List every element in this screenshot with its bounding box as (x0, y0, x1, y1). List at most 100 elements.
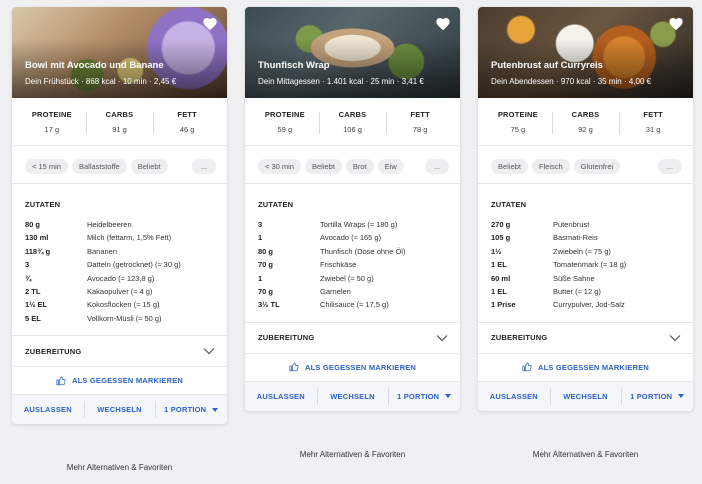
ingredient-name: Milch (fettarm, 1,5% Fett) (87, 233, 172, 243)
heart-icon[interactable] (202, 16, 218, 32)
meal-image[interactable]: Thunfisch Wrap Dein Mittagessen · 1.401 … (245, 7, 460, 98)
tag-chip[interactable]: < 30 min (258, 159, 301, 174)
mark-as-eaten-button[interactable]: ALS GEGESSEN MARKIEREN (12, 367, 227, 396)
ingredient-row: 1 Avocado (≈ 165 g) (258, 231, 447, 244)
tag-chip[interactable]: Ballaststoffe (71, 159, 127, 174)
tag-list: Beliebt Fleisch Glutenfrei ... (478, 146, 693, 184)
swap-button[interactable]: WECHSELN (316, 382, 389, 411)
ingredient-row: 60 ml Süße Sahne (491, 272, 680, 285)
macro-label: PROTEINE (31, 110, 72, 119)
skip-button[interactable]: AUSLASSEN (478, 382, 550, 411)
ingredient-amount: 270 g (491, 220, 511, 229)
more-alternatives-link[interactable]: Mehr Alternativen & Favoriten (12, 463, 227, 472)
meal-card-breakfast: Bowl mit Avocado und Banane Dein Frühstü… (12, 7, 227, 425)
portion-dropdown[interactable]: 1 PORTION (155, 395, 227, 424)
tag-chip[interactable]: Beliebt (491, 159, 528, 174)
macro-value: 78 g (412, 125, 428, 134)
swap-button[interactable]: WECHSELN (83, 395, 156, 424)
ingredient-row: 2 TL Kakaopulver (≈ 4 g) (25, 285, 214, 298)
portion-label: 1 PORTION (630, 391, 673, 401)
more-alternatives-link[interactable]: Mehr Alternativen & Favoriten (245, 450, 460, 459)
tag-chip[interactable]: Beliebt (130, 159, 168, 174)
ingredient-amount: 1 EL (491, 286, 507, 296)
tags-more-button[interactable]: ... (192, 159, 216, 174)
ingredient-name: Avocado (≈ 123,8 g) (87, 273, 155, 283)
heart-icon[interactable] (435, 16, 451, 32)
card-actions: AUSLASSEN WECHSELN 1 PORTION (245, 381, 460, 411)
caret-down-icon (678, 394, 685, 399)
ingredient-amount: 105 g (491, 233, 511, 243)
ingredient-name: Datteln (getrocknet) (≈ 30 g) (87, 260, 181, 270)
ingredient-amount: 1½ (491, 246, 502, 256)
ingredients-heading: ZUTATEN (491, 200, 527, 209)
ingredient-name: Garnelen (320, 286, 351, 296)
tags-more-button[interactable]: ... (425, 159, 449, 174)
preparation-label: ZUBEREITUNG (491, 333, 548, 343)
preparation-toggle[interactable]: ZUBEREITUNG (12, 336, 227, 368)
meal-card-dinner: Putenbrust auf Curryreis Dein Abendessen… (478, 7, 693, 411)
macro-value: 46 g (179, 125, 195, 134)
meal-subtitle: Dein Frühstück · 868 kcal · 10 min · 2,4… (25, 77, 177, 86)
chevron-down-icon (436, 334, 448, 342)
ingredient-amount: 3 (25, 260, 30, 270)
tag-list: < 15 min Ballaststoffe Beliebt ... (12, 146, 227, 184)
swap-button[interactable]: WECHSELN (549, 382, 622, 411)
tag-chip[interactable]: Brot (345, 159, 374, 174)
ingredient-name: Tomatenmark (≈ 18 g) (553, 260, 627, 270)
caret-down-icon (445, 394, 452, 399)
ingredient-amount: 70 g (258, 286, 274, 296)
ingredient-name: Bananen (87, 246, 118, 256)
ingredient-list: ZUTATEN 270 g Putenbrust 105 g Basmati-Rei… (478, 184, 693, 323)
macro-label: PROTEINE (497, 110, 538, 119)
macro-label: CARBS (105, 110, 134, 119)
ingredient-row: 70 g Garnelen (258, 285, 447, 298)
meal-title[interactable]: Bowl mit Avocado und Banane (25, 60, 219, 71)
ingredient-amount: 1½ EL (25, 300, 48, 310)
portion-dropdown[interactable]: 1 PORTION (621, 382, 693, 411)
ingredient-amount: 3 (258, 220, 263, 229)
ingredient-amount: 80 g (258, 246, 274, 256)
mark-as-eaten-button[interactable]: ALS GEGESSEN MARKIEREN (478, 354, 693, 382)
tag-chip[interactable]: Glutenfrei (573, 159, 621, 174)
skip-button[interactable]: AUSLASSEN (12, 395, 84, 424)
heart-icon[interactable] (668, 16, 684, 32)
ingredient-row: 1 EL Butter (≈ 12 g) (491, 285, 680, 298)
skip-button[interactable]: AUSLASSEN (245, 382, 317, 411)
preparation-toggle[interactable]: ZUBEREITUNG (478, 323, 693, 354)
meal-title[interactable]: Thunfisch Wrap (258, 60, 452, 71)
ingredient-name: Thunfisch (Dose ohne Öl) (320, 246, 406, 256)
preparation-toggle[interactable]: ZUBEREITUNG (245, 323, 460, 354)
tag-chip[interactable]: Beliebt (304, 159, 342, 174)
macro-label: FETT (177, 110, 197, 119)
tag-chip[interactable]: < 15 min (25, 159, 68, 174)
ingredient-amount: 118¾ g (25, 246, 51, 256)
macros: PROTEINE 75 g CARBS 92 g FETT 31 g (478, 98, 693, 146)
ingredient-name: Avocado (≈ 165 g) (320, 233, 382, 243)
meal-subtitle: Dein Mittagessen · 1.401 kcal · 25 min ·… (258, 77, 424, 86)
ingredient-amount: 1 (258, 273, 263, 283)
ingredient-amount: 1 (258, 233, 263, 243)
mark-as-eaten-button[interactable]: ALS GEGESSEN MARKIEREN (245, 354, 460, 382)
ingredient-row: 270 g Putenbrust (491, 218, 680, 231)
ingredient-row: 1 Prise Currypulver, Jod-Salz (491, 298, 680, 311)
ingredient-amount: ¾ (25, 273, 32, 283)
portion-dropdown[interactable]: 1 PORTION (388, 382, 460, 411)
meal-title[interactable]: Putenbrust auf Curryreis (491, 60, 685, 71)
ingredient-amount: 1 Prise (491, 300, 516, 310)
ingredient-list: ZUTATEN 3 Tortilla Wraps (≈ 180 g) 1 Avoca… (245, 184, 460, 323)
tag-chip[interactable]: Fleisch (531, 159, 570, 174)
ingredient-row: 3 Datteln (getrocknet) (≈ 30 g) (25, 258, 214, 271)
ingredient-amount: 60 ml (491, 273, 511, 283)
macro-fat: FETT 78 g (386, 110, 454, 145)
meal-image[interactable]: Bowl mit Avocado und Banane Dein Frühstü… (12, 7, 227, 98)
card-actions: AUSLASSEN WECHSELN 1 PORTION (478, 381, 693, 411)
macro-carbs: CARBS 92 g (551, 110, 620, 145)
ingredient-name: Kokosflocken (≈ 15 g) (87, 300, 160, 310)
thumbs-up-icon (289, 362, 299, 372)
tags-more-button[interactable]: ... (658, 159, 682, 174)
ingredient-name: Zwiebeln (≈ 75 g) (553, 246, 611, 256)
preparation-label: ZUBEREITUNG (258, 333, 315, 343)
ingredient-row: ¾ Avocado (≈ 123,8 g) (25, 272, 214, 285)
meal-image[interactable]: Putenbrust auf Curryreis Dein Abendessen… (478, 7, 693, 98)
more-alternatives-link[interactable]: Mehr Alternativen & Favoriten (478, 450, 693, 459)
